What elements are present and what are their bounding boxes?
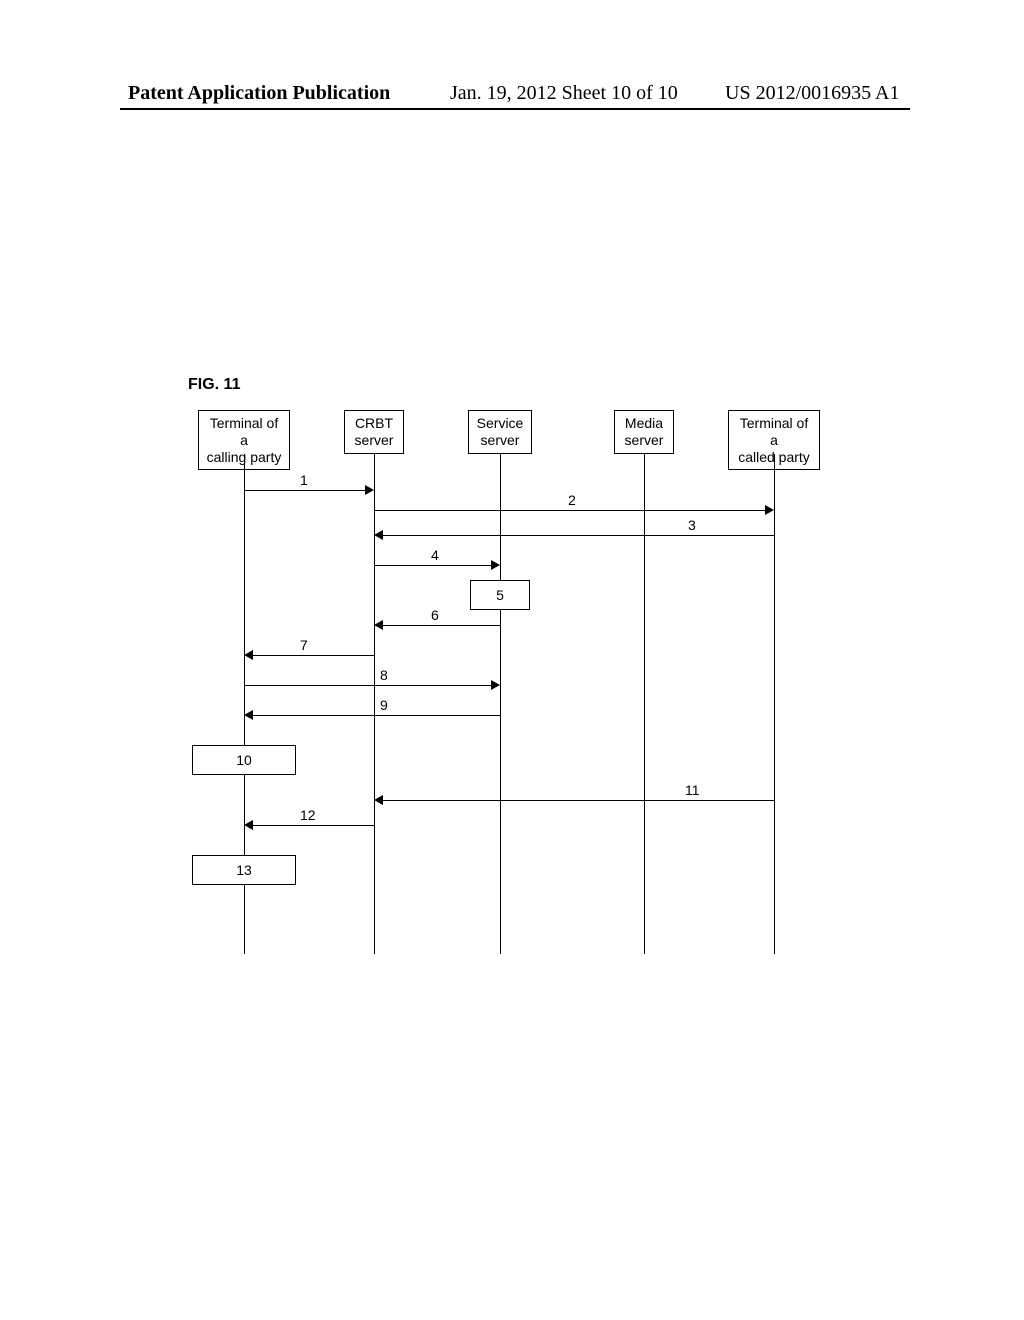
participant-label: CRBT (355, 415, 393, 431)
msg-8-label: 8 (380, 667, 388, 683)
msg-1-label: 1 (300, 472, 308, 488)
activity-10: 10 (192, 745, 296, 775)
msg-2-label: 2 (568, 492, 576, 508)
activity-10-label: 10 (236, 752, 252, 768)
msg-3-label: 3 (688, 517, 696, 533)
participant-label: Terminal of a (740, 415, 808, 448)
msg-2-line (374, 510, 765, 511)
lifeline-service (500, 454, 501, 954)
participant-label: server (481, 432, 520, 448)
msg-11-line (383, 800, 774, 801)
msg-7-label: 7 (300, 637, 308, 653)
msg-12-line (253, 825, 374, 826)
msg-9-arrow (244, 710, 253, 720)
lifeline-called (774, 454, 775, 954)
activity-13-label: 13 (236, 862, 252, 878)
participant-label: Media (625, 415, 663, 431)
participant-label: Terminal of a (210, 415, 278, 448)
lifeline-crbt (374, 454, 375, 954)
participant-label: server (355, 432, 394, 448)
msg-8-line (244, 685, 491, 686)
header-publication: Patent Application Publication (128, 82, 390, 105)
msg-2-arrow (765, 505, 774, 515)
msg-9-label: 9 (380, 697, 388, 713)
sequence-diagram: Terminal of a calling party CRBT server … (180, 410, 840, 970)
msg-9-line (253, 715, 500, 716)
msg-6-arrow (374, 620, 383, 630)
msg-11-label: 11 (685, 782, 700, 798)
msg-4-label: 4 (431, 547, 439, 563)
msg-1-line (244, 490, 365, 491)
participant-service: Service server (468, 410, 532, 454)
header-rule (120, 108, 910, 110)
participant-crbt: CRBT server (344, 410, 404, 454)
msg-7-line (253, 655, 374, 656)
msg-4-arrow (491, 560, 500, 570)
lifeline-media (644, 454, 645, 954)
msg-8-arrow (491, 680, 500, 690)
msg-12-arrow (244, 820, 253, 830)
msg-4-line (374, 565, 491, 566)
activity-13: 13 (192, 855, 296, 885)
msg-12-label: 12 (300, 807, 316, 823)
activity-5: 5 (470, 580, 530, 610)
msg-3-line (383, 535, 774, 536)
msg-7-arrow (244, 650, 253, 660)
msg-6-line (383, 625, 500, 626)
header-pub-number: US 2012/0016935 A1 (725, 82, 899, 105)
figure-label: FIG. 11 (188, 376, 240, 394)
msg-3-arrow (374, 530, 383, 540)
msg-6-label: 6 (431, 607, 439, 623)
msg-11-arrow (374, 795, 383, 805)
participant-label: server (625, 432, 664, 448)
header-date-sheet: Jan. 19, 2012 Sheet 10 of 10 (450, 82, 678, 105)
msg-1-arrow (365, 485, 374, 495)
activity-5-label: 5 (496, 587, 504, 603)
participant-media: Media server (614, 410, 674, 454)
participant-label: Service (477, 415, 524, 431)
